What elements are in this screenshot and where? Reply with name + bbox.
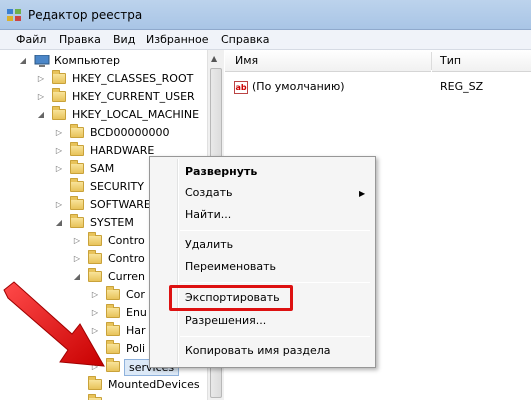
tree-item-partial[interactable] [8, 394, 208, 400]
regedit-icon [7, 9, 21, 21]
expander-icon[interactable]: ◢ [54, 214, 64, 232]
menu-item-rename[interactable]: Переименовать [185, 258, 276, 276]
expander-icon[interactable]: ◢ [36, 106, 46, 124]
tree-item-computer[interactable]: ◢ Компьютер [8, 52, 208, 70]
window-title: Редактор реестра [28, 8, 143, 22]
folder-icon [70, 178, 84, 192]
tree-item-hklm[interactable]: ◢ HKEY_LOCAL_MACHINE [8, 106, 208, 124]
string-value-icon: ab [234, 81, 248, 94]
folder-icon [52, 88, 66, 102]
menu-separator [180, 282, 370, 283]
folder-icon [70, 124, 84, 138]
tree-item-hkcu[interactable]: ▷ HKEY_CURRENT_USER [8, 88, 208, 106]
column-header-type[interactable]: Тип [432, 50, 531, 72]
column-header-name[interactable]: Имя [225, 50, 431, 72]
folder-icon [88, 232, 102, 246]
expander-icon[interactable]: ▷ [54, 124, 64, 142]
submenu-arrow-icon: ▶ [359, 189, 366, 198]
tree-item-bcd[interactable]: ▷ BCD00000000 [8, 124, 208, 142]
menu-separator [180, 336, 370, 337]
menu-item-permissions[interactable]: Разрешения... [185, 312, 266, 330]
menu-favorites[interactable]: Избранное [146, 33, 208, 46]
menu-separator [180, 230, 370, 231]
folder-icon [70, 160, 84, 174]
expander-icon[interactable]: ◢ [18, 52, 28, 70]
expander-icon[interactable]: ▷ [72, 232, 82, 250]
folder-icon [52, 106, 66, 120]
highlight-frame [169, 285, 293, 311]
scroll-up-icon[interactable]: ▲ [211, 54, 217, 63]
menu-item-create[interactable]: Создать [185, 184, 233, 202]
title-bar: Редактор реестра [0, 0, 531, 30]
expander-icon[interactable]: ▷ [36, 88, 46, 106]
pointer-arrow-icon [3, 281, 105, 367]
expander-icon[interactable]: ▷ [54, 196, 64, 214]
menu-item-expand[interactable]: Развернуть [185, 163, 257, 181]
value-type: REG_SZ [440, 80, 484, 93]
menu-item-find[interactable]: Найти... [185, 206, 231, 224]
menu-help[interactable]: Справка [221, 33, 269, 46]
folder-icon [70, 214, 84, 228]
expander-icon[interactable]: ▷ [54, 142, 64, 160]
menu-file[interactable]: Файл [16, 33, 46, 46]
folder-icon [52, 70, 66, 84]
menu-edit[interactable]: Правка [59, 33, 101, 46]
expander-icon[interactable]: ▷ [36, 70, 46, 88]
menu-item-delete[interactable]: Удалить [185, 236, 233, 254]
menu-item-copy-key-name[interactable]: Копировать имя раздела [185, 342, 330, 360]
menu-view[interactable]: Вид [113, 33, 135, 46]
computer-icon [34, 55, 50, 67]
folder-icon [70, 196, 84, 210]
folder-icon [88, 250, 102, 264]
folder-icon [70, 142, 84, 156]
expander-icon[interactable]: ▷ [72, 250, 82, 268]
value-name[interactable]: (По умолчанию) [252, 78, 345, 96]
tree-item-hkcr[interactable]: ▷ HKEY_CLASSES_ROOT [8, 70, 208, 88]
context-menu: Развернуть Создать ▶ Найти... Удалить Пе… [149, 156, 376, 368]
menu-bar: Файл Правка Вид Избранное Справка [0, 30, 531, 50]
expander-icon[interactable]: ▷ [54, 160, 64, 178]
folder-icon [88, 376, 102, 390]
